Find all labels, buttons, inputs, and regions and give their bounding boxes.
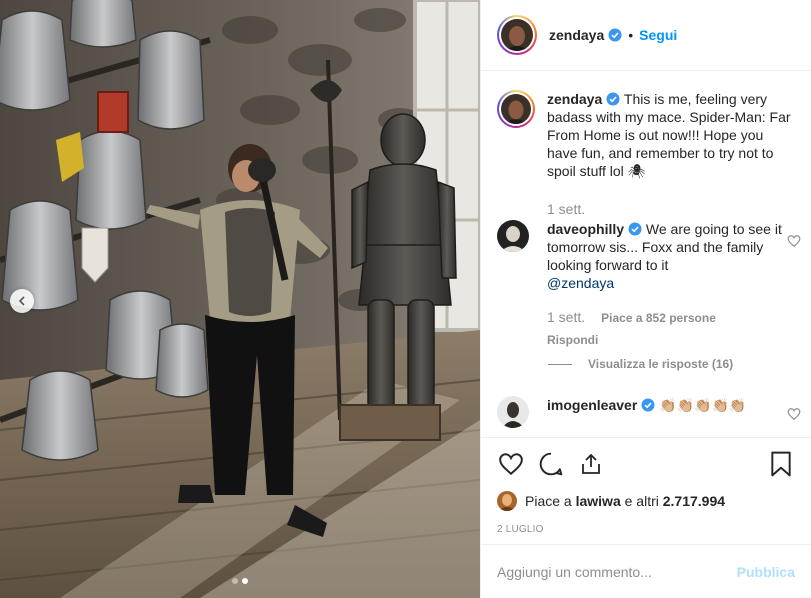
likes-and: e altri [624, 493, 659, 509]
author-username[interactable]: zendaya [549, 27, 604, 43]
comment-button[interactable] [531, 444, 571, 484]
comment-item: imogenleaver 👏🏼👏🏼👏🏼👏🏼👏🏼 [497, 396, 795, 428]
publish-button[interactable]: Pubblica [737, 564, 795, 580]
carousel-prev-button[interactable] [10, 289, 34, 313]
post-date[interactable]: 2 LUGLIO [481, 524, 811, 535]
caption-username[interactable]: zendaya [547, 91, 602, 107]
post-actions: Piace a lawiwa e altri 2.717.994 2 LUGLI… [481, 437, 811, 535]
avatar-image [501, 94, 531, 124]
comment-mention-link[interactable]: @zendaya [547, 275, 614, 291]
commenter-avatar[interactable] [497, 220, 529, 252]
view-replies-label: Visualizza le risposte (16) [588, 357, 734, 371]
bookmark-icon [771, 451, 791, 477]
comment-likes-count[interactable]: Piace a 852 persone [601, 309, 716, 327]
verified-badge-icon [606, 92, 620, 106]
instagram-post-view: zendaya • Segui zendaya This is me, feel… [0, 0, 811, 598]
commenter-username[interactable]: imogenleaver [547, 397, 637, 413]
verified-badge-icon [641, 398, 655, 412]
like-button[interactable] [491, 444, 531, 484]
liker-avatar [497, 491, 517, 511]
caption-timestamp[interactable]: 1 sett. [547, 200, 585, 218]
comment-text: 👏🏼👏🏼👏🏼👏🏼👏🏼 [659, 397, 747, 413]
comment-item: daveophilly We are going to see it tomor… [497, 220, 795, 349]
replies-divider [548, 363, 572, 365]
comment-like-heart-icon[interactable] [787, 234, 801, 248]
reply-button[interactable]: Rispondi [547, 331, 598, 349]
caption: zendaya This is me, feeling very badass … [497, 90, 795, 218]
caption-author-avatar[interactable] [497, 90, 535, 128]
heart-icon [499, 453, 523, 476]
comment-like-heart-icon[interactable] [787, 407, 801, 421]
chevron-left-icon [18, 296, 25, 306]
carousel-indicator [0, 578, 480, 584]
likes-prefix: Piace a [525, 493, 572, 509]
photo-image [0, 0, 480, 598]
likes-summary[interactable]: Piace a lawiwa e altri 2.717.994 [481, 490, 811, 512]
commenter-avatar[interactable] [497, 396, 529, 428]
avatar-image [501, 19, 533, 51]
save-button[interactable] [761, 444, 801, 484]
comment-timestamp[interactable]: 1 sett. [547, 308, 585, 326]
share-icon [582, 453, 600, 474]
view-replies-button[interactable]: Visualizza le risposte (16) [548, 357, 733, 371]
comment-composer: Pubblica [481, 544, 811, 598]
verified-badge-icon [608, 28, 622, 42]
post-side-panel: zendaya • Segui zendaya This is me, feel… [480, 0, 811, 598]
share-button[interactable] [571, 444, 611, 484]
liked-by-username[interactable]: lawiwa [576, 493, 621, 509]
header-separator: • [628, 27, 634, 43]
comment-icon [539, 452, 563, 476]
comments-list[interactable]: zendaya This is me, feeling very badass … [481, 72, 811, 436]
likes-count[interactable]: 2.717.994 [663, 493, 725, 509]
post-header: zendaya • Segui [481, 0, 811, 71]
comment-input[interactable] [497, 563, 737, 580]
carousel-dot-active [242, 578, 248, 584]
post-photo[interactable] [0, 0, 480, 598]
follow-button[interactable]: Segui [639, 27, 677, 43]
verified-badge-icon [628, 222, 642, 236]
author-avatar[interactable] [497, 15, 537, 55]
commenter-username[interactable]: daveophilly [547, 221, 624, 237]
carousel-dot [232, 578, 238, 584]
